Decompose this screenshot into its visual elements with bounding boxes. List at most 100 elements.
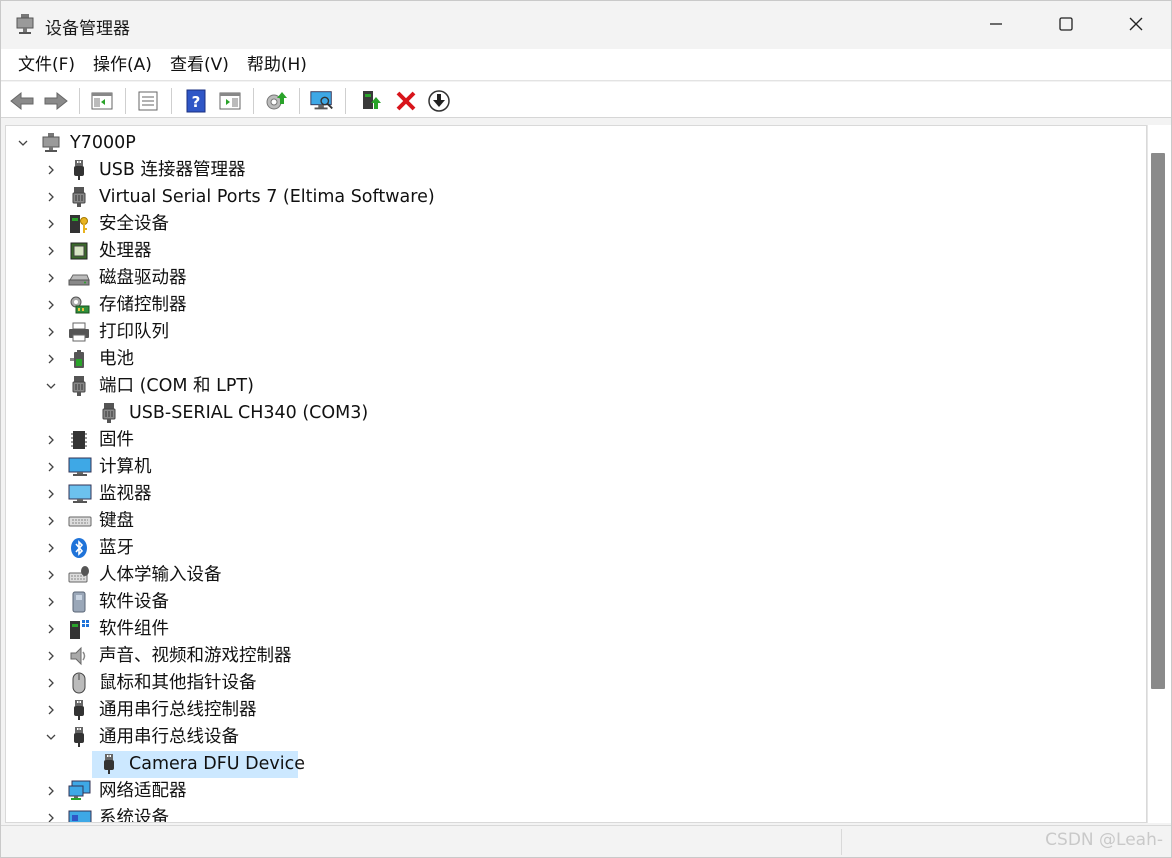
chevron-down-icon[interactable]: [44, 730, 58, 744]
tree-category-item[interactable]: 通用串行总线设备: [6, 724, 1146, 751]
hid-icon: [68, 564, 90, 586]
tree-device-item[interactable]: USB-SERIAL CH340 (COM3): [6, 400, 1146, 427]
disable-device-button[interactable]: [426, 88, 452, 114]
chevron-right-icon[interactable]: [44, 676, 58, 690]
show-hide-console-tree-button[interactable]: [89, 88, 115, 114]
tree-item-label: 人体学输入设备: [99, 565, 222, 585]
chevron-right-icon[interactable]: [44, 487, 58, 501]
close-button[interactable]: [1101, 1, 1171, 47]
tree-category-item[interactable]: 固件: [6, 427, 1146, 454]
chevron-right-icon[interactable]: [44, 811, 58, 823]
minimize-button[interactable]: [961, 1, 1031, 47]
device-manager-window: 设备管理器 文件(F) 操作(A) 查看(V) 帮助(H) ? Y7000P U…: [0, 0, 1172, 858]
tree-category-item[interactable]: 系统设备: [6, 805, 1146, 823]
tree-category-item[interactable]: 磁盘驱动器: [6, 265, 1146, 292]
chevron-down-icon[interactable]: [44, 379, 58, 393]
uninstall-device-icon: [396, 91, 416, 111]
usb-connector-icon: [68, 159, 90, 181]
tree-item-label: 键盘: [99, 511, 134, 531]
device-manager-app-icon: [15, 13, 35, 35]
network-adapter-icon: [68, 780, 91, 802]
scrollbar-thumb[interactable]: [1151, 153, 1165, 689]
toolbar: ?: [1, 82, 1171, 118]
status-separator: [841, 829, 842, 855]
tree-root[interactable]: Y7000P: [6, 130, 1146, 157]
back-button[interactable]: [9, 88, 35, 114]
tree-item-label: 电池: [99, 349, 134, 369]
usb-icon: [68, 699, 90, 721]
menu-help[interactable]: 帮助(H): [238, 50, 316, 80]
tree-category-item[interactable]: 键盘: [6, 508, 1146, 535]
uninstall-device-button[interactable]: [393, 88, 419, 114]
tree-item-label: 软件设备: [99, 592, 169, 612]
tree-category-item[interactable]: 人体学输入设备: [6, 562, 1146, 589]
chevron-right-icon[interactable]: [44, 541, 58, 555]
chevron-right-icon[interactable]: [44, 649, 58, 663]
tree-item-label: 磁盘驱动器: [99, 268, 187, 288]
chevron-right-icon[interactable]: [44, 163, 58, 177]
tree-item-label: 蓝牙: [99, 538, 134, 558]
tree-category-item[interactable]: 电池: [6, 346, 1146, 373]
tree-category-item[interactable]: 软件设备: [6, 589, 1146, 616]
tree-category-item[interactable]: 处理器: [6, 238, 1146, 265]
storage-controller-icon: [68, 294, 90, 316]
chevron-right-icon[interactable]: [44, 298, 58, 312]
chevron-right-icon[interactable]: [44, 622, 58, 636]
vertical-scrollbar[interactable]: [1147, 125, 1171, 823]
chevron-right-icon[interactable]: [44, 460, 58, 474]
title-bar[interactable]: 设备管理器: [1, 1, 1171, 49]
tree-item-label: 网络适配器: [99, 781, 187, 801]
tree-category-item[interactable]: 安全设备: [6, 211, 1146, 238]
tree-category-item[interactable]: Virtual Serial Ports 7 (Eltima Software): [6, 184, 1146, 211]
chevron-right-icon[interactable]: [44, 514, 58, 528]
tree-category-item[interactable]: 打印队列: [6, 319, 1146, 346]
chevron-right-icon[interactable]: [44, 217, 58, 231]
tree-item-label: 鼠标和其他指针设备: [99, 673, 257, 693]
tree-category-item[interactable]: 网络适配器: [6, 778, 1146, 805]
chevron-right-icon[interactable]: [44, 595, 58, 609]
window-title: 设备管理器: [45, 19, 130, 39]
tree-category-item[interactable]: 存储控制器: [6, 292, 1146, 319]
help-button[interactable]: ?: [183, 88, 209, 114]
tree-category-item[interactable]: USB 连接器管理器: [6, 157, 1146, 184]
chevron-right-icon[interactable]: [44, 784, 58, 798]
chevron-right-icon[interactable]: [44, 190, 58, 204]
chevron-down-icon[interactable]: [16, 136, 30, 150]
keyboard-icon: [68, 510, 92, 532]
chevron-right-icon[interactable]: [44, 352, 58, 366]
tree-category-item[interactable]: 鼠标和其他指针设备: [6, 670, 1146, 697]
chevron-right-icon[interactable]: [44, 433, 58, 447]
tree-category-item[interactable]: 端口 (COM 和 LPT): [6, 373, 1146, 400]
tree-category-item[interactable]: 蓝牙: [6, 535, 1146, 562]
menu-file[interactable]: 文件(F): [9, 50, 84, 80]
forward-button[interactable]: [43, 88, 69, 114]
maximize-button[interactable]: [1031, 1, 1101, 47]
chevron-right-icon[interactable]: [44, 325, 58, 339]
tree-item-label: 打印队列: [99, 322, 169, 342]
enable-device-button[interactable]: [359, 88, 385, 114]
scan-hardware-icon: [310, 91, 333, 110]
tree-category-item[interactable]: 计算机: [6, 454, 1146, 481]
tree-category-item[interactable]: 通用串行总线控制器: [6, 697, 1146, 724]
tree-item-label: Virtual Serial Ports 7 (Eltima Software): [99, 187, 435, 207]
battery-icon: [68, 348, 90, 370]
tree-item-label: 声音、视频和游戏控制器: [99, 646, 292, 666]
update-driver-button[interactable]: [263, 88, 289, 114]
forward-arrow-icon: [44, 91, 68, 111]
tree-category-item[interactable]: 软件组件: [6, 616, 1146, 643]
show-action-pane-button[interactable]: [217, 88, 243, 114]
chevron-right-icon[interactable]: [44, 271, 58, 285]
menu-view[interactable]: 查看(V): [161, 50, 238, 80]
usb-icon: [98, 753, 120, 775]
tree-category-item[interactable]: 声音、视频和游戏控制器: [6, 643, 1146, 670]
chevron-right-icon[interactable]: [44, 244, 58, 258]
scan-hardware-button[interactable]: [309, 88, 335, 114]
properties-button[interactable]: [135, 88, 161, 114]
chevron-right-icon[interactable]: [44, 703, 58, 717]
tree-item-label: 监视器: [99, 484, 152, 504]
tree-device-item[interactable]: Camera DFU Device: [6, 751, 1146, 778]
menu-action[interactable]: 操作(A): [84, 50, 161, 80]
device-tree[interactable]: Y7000P USB 连接器管理器 Virtual Serial Ports 7 …: [5, 125, 1147, 823]
chevron-right-icon[interactable]: [44, 568, 58, 582]
tree-category-item[interactable]: 监视器: [6, 481, 1146, 508]
